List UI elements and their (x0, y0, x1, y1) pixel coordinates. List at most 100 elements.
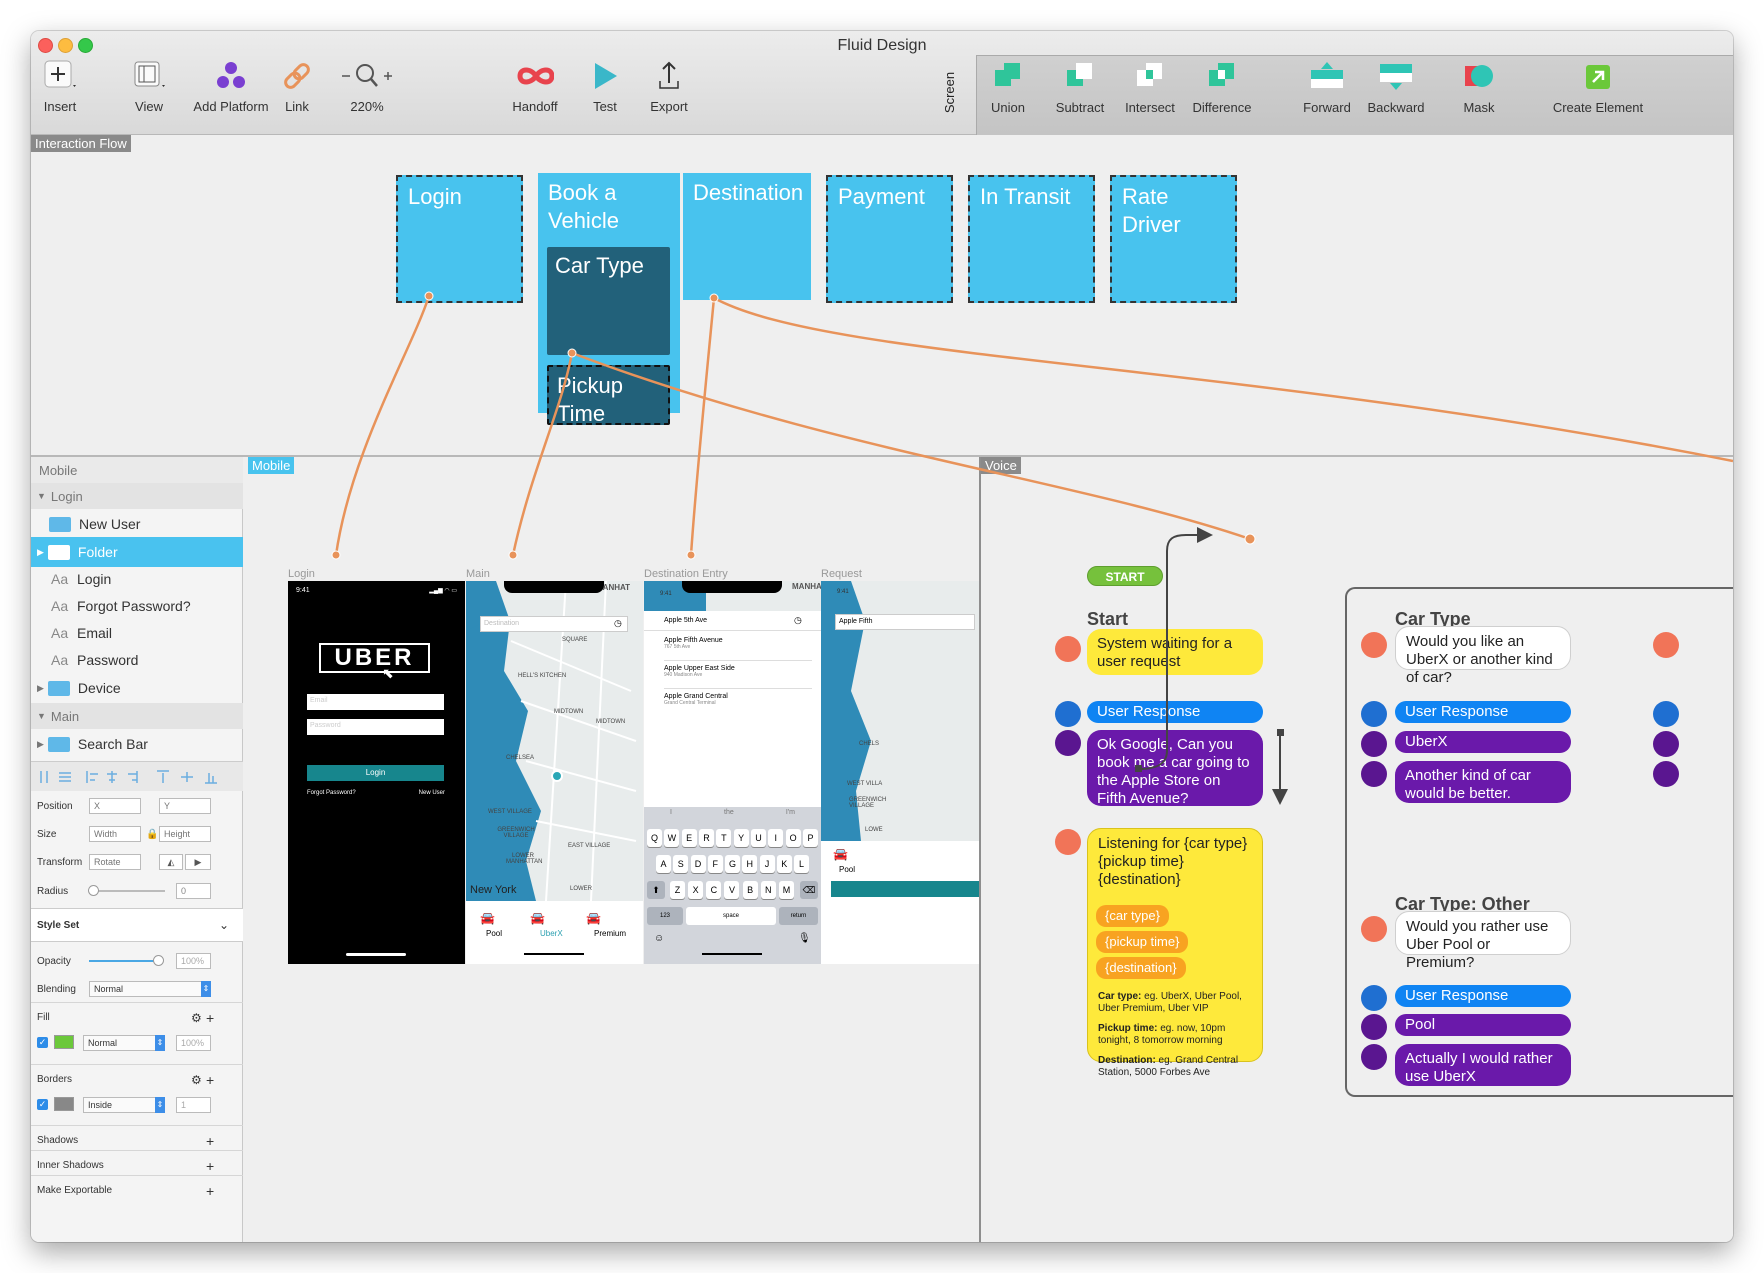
blending-select[interactable]: Normal (89, 981, 211, 997)
width-input[interactable] (89, 826, 141, 842)
rotate-input[interactable] (89, 854, 141, 870)
phone-main-screen[interactable]: Destination ◷ MANHAT SQUARE HELL'S KITCH… (466, 581, 643, 964)
key-e[interactable]: E (681, 829, 697, 847)
key-b[interactable]: B (742, 881, 758, 899)
key-v[interactable]: V (724, 881, 740, 899)
utterance-rather-uberx[interactable]: Actually I would rather use UberX (1395, 1044, 1571, 1086)
radius-slider[interactable] (89, 890, 165, 892)
subtract-button[interactable]: Subtract (1050, 58, 1110, 115)
key-z[interactable]: Z (670, 881, 685, 899)
flow-card-payment[interactable]: Payment (826, 175, 953, 303)
border-checkbox[interactable]: ✓ (37, 1099, 48, 1110)
align-distribute-icons[interactable] (37, 768, 237, 786)
utterance-pool[interactable]: Pool (1395, 1014, 1571, 1036)
position-x-input[interactable] (89, 798, 141, 814)
layer-text-forgot-password[interactable]: Aa Forgot Password? (31, 591, 243, 621)
backward-button[interactable]: Backward (1361, 58, 1431, 115)
forward-button[interactable]: Forward (1295, 58, 1359, 115)
key-f[interactable]: F (707, 855, 723, 873)
microphone-icon[interactable]: 🎙 (798, 933, 811, 944)
canvas[interactable]: Mobile Login 9:41 ▂▄▆ ◠ ▭ UBER ⬉ Email P… (244, 457, 1733, 1242)
radius-slider-knob[interactable] (88, 885, 99, 896)
request-button[interactable] (831, 881, 979, 897)
emoji-icon[interactable]: ☺ (654, 933, 664, 944)
key-w[interactable]: W (664, 829, 680, 847)
ok-google-utterance[interactable]: Ok Google, Can you book me a car going t… (1087, 730, 1263, 807)
user-response-label[interactable]: User Response (1087, 701, 1263, 723)
link-button[interactable]: Link (276, 57, 318, 114)
return-key[interactable]: return (779, 907, 818, 925)
fill-settings-icon[interactable]: ⚙ (191, 1011, 202, 1025)
add-shadow-icon[interactable]: + (206, 1133, 214, 1149)
opacity-slider-knob[interactable] (153, 955, 164, 966)
key-y[interactable]: Y (733, 829, 749, 847)
login-email-field[interactable]: Email (307, 694, 444, 710)
flow-card-car-type[interactable]: Car Type (547, 247, 670, 355)
result-row[interactable]: Apple Grand Central Grand Central Termina… (664, 693, 812, 717)
fill-checkbox[interactable]: ✓ (37, 1037, 48, 1048)
option-pool[interactable]: Pool (486, 929, 502, 938)
add-border-icon[interactable]: + (206, 1072, 214, 1088)
layer-group-login[interactable]: ▼ Login (31, 483, 243, 509)
main-destination-field[interactable]: Destination (480, 616, 628, 632)
phone-request-screen[interactable]: Apple Fifth 9:41 CHELS WEST VILLA GREENW… (821, 581, 979, 964)
flow-card-login[interactable]: Login (396, 175, 523, 303)
border-position-select[interactable]: Inside (83, 1097, 165, 1113)
space-key[interactable]: space (686, 907, 776, 925)
forgot-password-link[interactable]: Forgot Password? (307, 790, 356, 796)
key-t[interactable]: T (716, 829, 732, 847)
shift-key[interactable]: ⬆ (647, 881, 665, 899)
result-row[interactable]: Apple Upper East Side 940 Madison Ave (664, 665, 812, 689)
key-x[interactable]: X (688, 881, 704, 899)
option-pool[interactable]: Pool (839, 865, 855, 874)
layer-text-password[interactable]: Aa Password (31, 645, 243, 675)
layer-text-login[interactable]: Aa Login (31, 564, 243, 594)
key-r[interactable]: R (698, 829, 714, 847)
handoff-button[interactable]: Handoff (508, 57, 562, 114)
start-pill[interactable]: START (1087, 566, 1163, 586)
flow-card-rate-driver[interactable]: Rate Driver (1110, 175, 1237, 303)
utterance-uberx[interactable]: UberX (1395, 731, 1571, 753)
flow-card-in-transit[interactable]: In Transit (968, 175, 1095, 303)
key-n[interactable]: N (760, 881, 776, 899)
destination-search-field[interactable]: Apple 5th Ave ◷ (644, 611, 821, 631)
intersect-button[interactable]: Intersect (1119, 58, 1181, 115)
key-o[interactable]: O (785, 829, 801, 847)
flow-card-destination[interactable]: Destination (683, 173, 811, 300)
border-width-input[interactable]: 1 (176, 1097, 211, 1113)
key-c[interactable]: C (706, 881, 722, 899)
key-u[interactable]: U (750, 829, 766, 847)
user-response-label[interactable]: User Response (1395, 701, 1571, 723)
union-button[interactable]: Union (987, 58, 1029, 115)
layer-device[interactable]: ▶ Device (31, 673, 243, 703)
border-settings-icon[interactable]: ⚙ (191, 1073, 202, 1087)
layer-new-user[interactable]: New User (31, 509, 243, 539)
layer-search-bar[interactable]: ▶ Search Bar (31, 729, 243, 759)
insert-button[interactable]: Insert (39, 57, 81, 114)
style-set-dropdown[interactable]: Style Set ⌄ (31, 908, 243, 942)
add-platform-button[interactable]: Add Platform (191, 57, 271, 114)
key-k[interactable]: K (776, 855, 792, 873)
create-element-button[interactable]: Create Element (1550, 58, 1646, 115)
height-input[interactable] (159, 826, 211, 842)
add-inner-shadow-icon[interactable]: + (206, 1158, 214, 1174)
layer-group-main[interactable]: ▼ Main (31, 703, 243, 729)
mask-button[interactable]: Mask (1458, 58, 1500, 115)
position-y-input[interactable] (159, 798, 211, 814)
make-exportable-row[interactable]: Make Exportable + (31, 1175, 243, 1205)
key-g[interactable]: G (725, 855, 740, 873)
add-export-icon[interactable]: + (206, 1183, 214, 1199)
user-response-label[interactable]: User Response (1395, 985, 1571, 1007)
phone-login-screen[interactable]: 9:41 ▂▄▆ ◠ ▭ UBER ⬉ Email Password Login… (288, 581, 465, 964)
option-uberx[interactable]: UberX (540, 929, 563, 938)
export-button[interactable]: Export (646, 57, 692, 114)
key-s[interactable]: S (673, 855, 689, 873)
key-q[interactable]: Q (647, 829, 662, 847)
numbers-key[interactable]: 123 (647, 907, 683, 925)
opacity-input[interactable]: 100% (176, 953, 211, 969)
view-button[interactable]: View (128, 57, 170, 114)
utterance-another-car[interactable]: Another kind of car would be better. (1395, 761, 1571, 803)
opacity-slider[interactable] (89, 960, 161, 962)
fill-opacity-input[interactable]: 100% (176, 1035, 211, 1051)
radius-input[interactable]: 0 (176, 883, 211, 899)
